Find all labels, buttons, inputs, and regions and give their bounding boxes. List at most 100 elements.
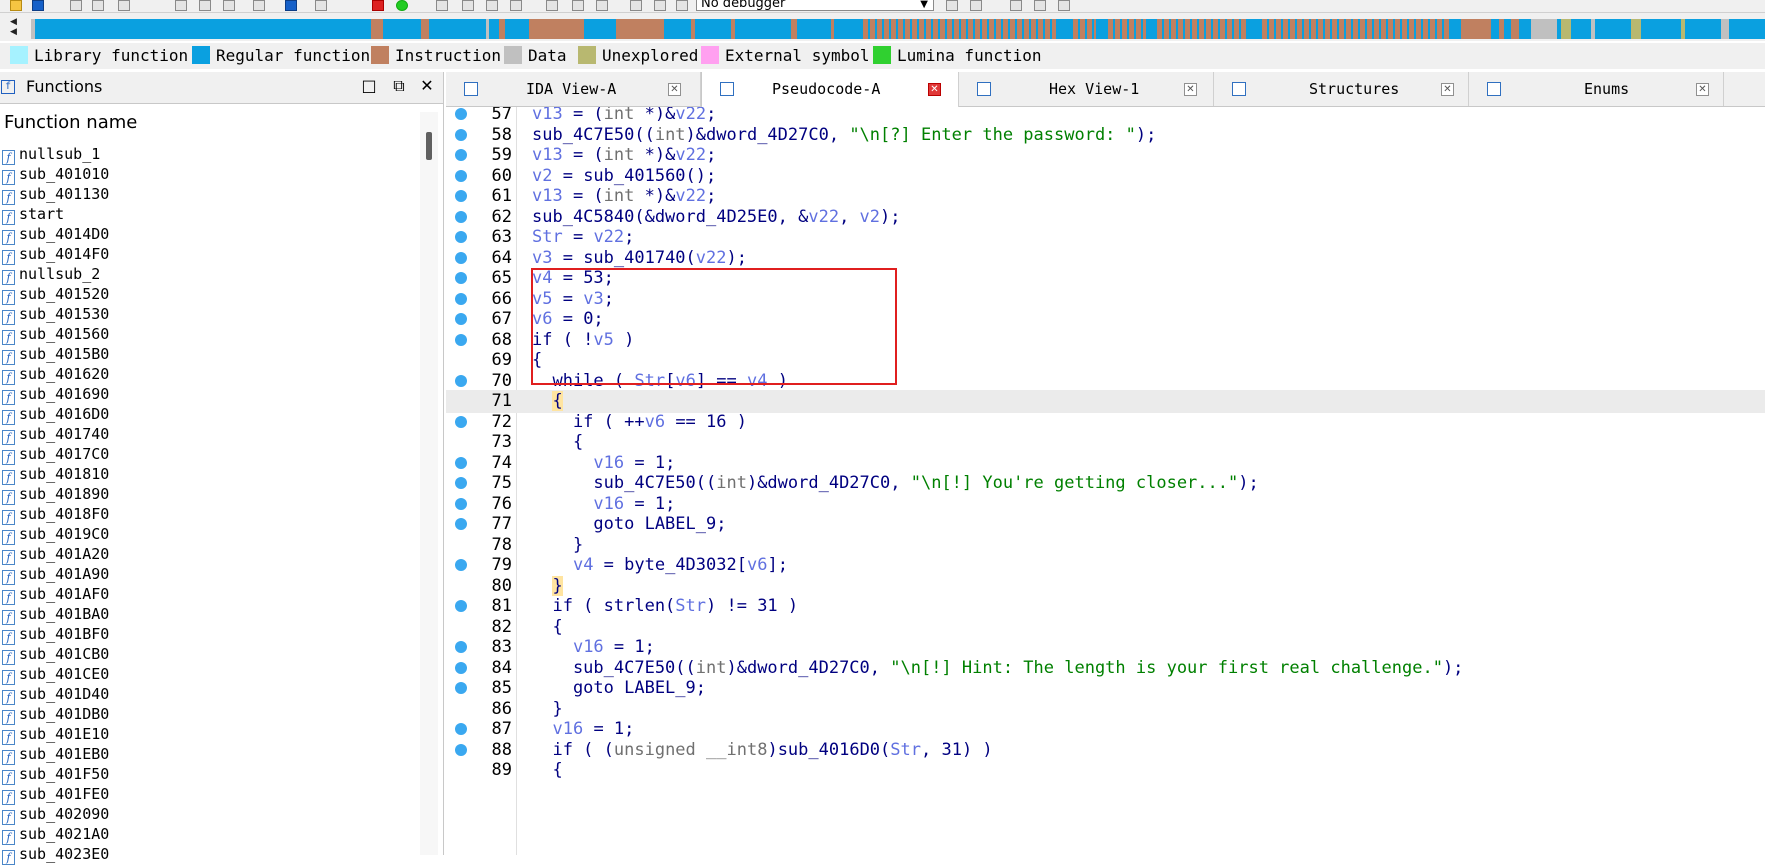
function-list-item[interactable]: f sub_401FE0 [0, 784, 420, 805]
function-list-item[interactable]: f sub_401F50 [0, 764, 420, 785]
breakpoint-dot-icon[interactable] [455, 682, 467, 694]
close-tab-icon[interactable]: ✕ [1696, 83, 1709, 96]
function-list-item[interactable]: f sub_401620 [0, 364, 420, 385]
code-line[interactable]: 89 { [446, 759, 1765, 782]
str-icon[interactable] [486, 0, 498, 11]
function-list-item[interactable]: f sub_4016D0 [0, 404, 420, 425]
nav-scroll-arrows-icon[interactable]: ◀ ◀ [10, 17, 17, 37]
flag-icon[interactable] [1034, 0, 1046, 11]
function-list-item[interactable]: f nullsub_1 [0, 144, 420, 165]
breakpoint-dot-icon[interactable] [455, 128, 467, 141]
function-list-item[interactable]: f sub_401A90 [0, 564, 420, 585]
breakpoint-dot-icon[interactable] [455, 292, 467, 305]
tab-pseudocode-a[interactable]: Pseudocode-A ✕ [701, 72, 959, 107]
tab-enums[interactable]: Enums ✕ [1469, 72, 1724, 106]
tab-structures[interactable]: Structures ✕ [1214, 72, 1469, 106]
close-tab-icon[interactable]: ✕ [928, 83, 941, 96]
tab-ida-view-a[interactable]: IDA View-A ✕ [446, 72, 701, 106]
breakpoint-dot-icon[interactable] [455, 374, 467, 387]
function-list-item[interactable]: f sub_402090 [0, 804, 420, 825]
breakpoint-dot-icon[interactable] [455, 251, 467, 264]
run-icon[interactable] [396, 0, 408, 11]
breakpoint-dot-icon[interactable] [455, 723, 467, 735]
save-icon[interactable] [32, 0, 44, 11]
function-list-item[interactable]: f sub_401560 [0, 324, 420, 345]
function-list-item[interactable]: f sub_401D40 [0, 684, 420, 705]
function-list-item[interactable]: f sub_401CB0 [0, 644, 420, 665]
function-list-item[interactable]: f sub_401AF0 [0, 584, 420, 605]
breakpoint-dot-icon[interactable] [455, 518, 467, 530]
breakpoint-dot-icon[interactable] [455, 313, 467, 325]
patch-icon[interactable] [546, 0, 558, 11]
breakpoint-dot-icon[interactable] [455, 743, 467, 756]
breakpoint-dot-icon[interactable] [455, 169, 467, 182]
maximize-icon[interactable]: □ [361, 78, 377, 94]
function-list-item[interactable]: f sub_401690 [0, 384, 420, 405]
breakpoint-dot-icon[interactable] [455, 497, 467, 510]
function-list-item[interactable]: f sub_401530 [0, 304, 420, 325]
function-list-item[interactable]: f sub_401DB0 [0, 704, 420, 725]
close-x-icon[interactable] [596, 0, 608, 11]
function-list-item[interactable]: f sub_4023E0 [0, 844, 420, 865]
open-icon[interactable] [10, 0, 22, 11]
debugger-select[interactable]: No debugger ▼ [696, 0, 934, 11]
breakpoint-dot-icon[interactable] [455, 190, 467, 202]
function-list-item[interactable]: f sub_401EB0 [0, 744, 420, 765]
function-list-item[interactable]: f start [0, 204, 420, 225]
close-icon[interactable]: ✕ [419, 78, 435, 94]
function-list-item[interactable]: f sub_401810 [0, 464, 420, 485]
op-icon[interactable] [436, 0, 448, 11]
function-list-item[interactable]: f sub_4019C0 [0, 524, 420, 545]
debug-opt2-icon[interactable] [970, 0, 982, 11]
breakpoint-dot-icon[interactable] [455, 456, 467, 469]
stop-icon[interactable] [372, 0, 384, 11]
function-list-item[interactable]: f sub_401890 [0, 484, 420, 505]
function-list-item[interactable]: f sub_401520 [0, 284, 420, 305]
function-list-item[interactable]: f sub_4014D0 [0, 224, 420, 245]
dropdown-icon[interactable] [92, 0, 104, 11]
function-list-item[interactable]: f sub_401BA0 [0, 604, 420, 625]
text-icon[interactable] [315, 0, 327, 11]
down-arrow-icon[interactable] [285, 0, 297, 11]
function-list-item[interactable]: f sub_401740 [0, 424, 420, 445]
tab-hex-view-1[interactable]: Hex View-1 ✕ [959, 72, 1214, 106]
restore-icon[interactable]: ⧉ [391, 78, 407, 94]
function-list-item[interactable]: f nullsub_2 [0, 264, 420, 285]
binary-icon[interactable] [223, 0, 235, 11]
function-list-item[interactable]: f sub_401BF0 [0, 624, 420, 645]
close-tab-icon[interactable]: ✕ [1441, 83, 1454, 96]
stop-debug-icon[interactable] [676, 0, 688, 11]
back-icon[interactable] [70, 0, 82, 11]
function-list-item[interactable]: f sub_4017C0 [0, 444, 420, 465]
breakpoint-dot-icon[interactable] [455, 210, 467, 223]
function-list-item[interactable]: f sub_401CE0 [0, 664, 420, 685]
function-name-column-header[interactable]: Function name [4, 112, 137, 133]
image-icon[interactable] [572, 0, 584, 11]
close-tab-icon[interactable]: ✕ [668, 83, 681, 96]
new-segment-icon[interactable] [175, 0, 187, 11]
jump-icon[interactable] [253, 0, 265, 11]
function-list-item[interactable]: f sub_401010 [0, 164, 420, 185]
function-list-item[interactable]: f sub_401130 [0, 184, 420, 205]
functions-scrollbar[interactable] [420, 112, 438, 855]
breakpoint-dot-icon[interactable] [455, 272, 467, 284]
breakpoint-dot-icon[interactable] [455, 641, 467, 653]
add-struct-icon[interactable] [199, 0, 211, 11]
breakpoint-dot-icon[interactable] [455, 477, 467, 489]
pause-icon[interactable] [654, 0, 666, 11]
breakpoint-dot-icon[interactable] [455, 149, 467, 161]
breakpoint-dot-icon[interactable] [455, 661, 467, 674]
function-list-item[interactable]: f sub_4015B0 [0, 344, 420, 365]
forward-icon[interactable] [118, 0, 130, 11]
functions-scrollbar-thumb[interactable] [426, 132, 432, 160]
breakpoint-dot-icon[interactable] [455, 108, 467, 120]
close-tab-icon[interactable]: ✕ [1184, 83, 1197, 96]
op2-icon[interactable] [462, 0, 474, 11]
function-list-item[interactable]: f sub_401E10 [0, 724, 420, 745]
function-list-item[interactable]: f sub_4021A0 [0, 824, 420, 845]
function-list-item[interactable]: f sub_4018F0 [0, 504, 420, 525]
tool-icon[interactable] [1058, 0, 1070, 11]
function-list-item[interactable]: f sub_401A20 [0, 544, 420, 565]
pseudocode-view[interactable]: 57 v13 = (int *)&v22; 58 sub_4C7E50((int)&d… [446, 107, 1765, 855]
function-list-item[interactable]: f sub_4014F0 [0, 244, 420, 265]
